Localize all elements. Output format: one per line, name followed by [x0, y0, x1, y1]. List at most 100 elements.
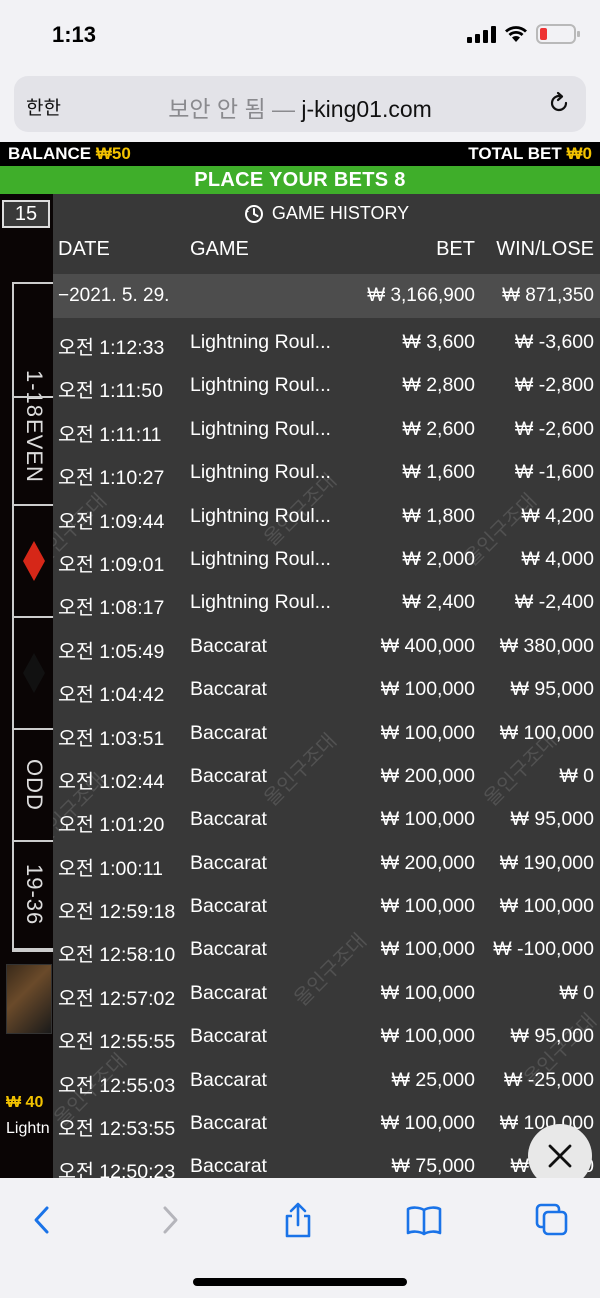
bet-spot-black[interactable]: [14, 618, 54, 730]
row-game: Lightning Roul...: [190, 417, 331, 440]
row-win-lose: ₩ 0: [559, 981, 594, 1004]
row-date: 오전 12:50:23: [58, 1161, 176, 1178]
row-game: Baccarat: [190, 895, 267, 918]
url-text[interactable]: 보안 안 됨 — j-king01.com: [14, 90, 586, 124]
table-row[interactable]: 오전 12:50:23Baccarat₩ 75,000₩ 71,250: [53, 1146, 600, 1178]
bottom-amount: ₩ 40: [6, 1094, 44, 1111]
forward-button[interactable]: [150, 1200, 190, 1240]
row-date: 오전 12:55:55: [58, 1031, 176, 1054]
table-row[interactable]: 오전 1:04:42 Baccarat ₩ 100,000 ₩ 95,000: [53, 669, 600, 712]
bet-spot-high[interactable]: 19-36: [14, 842, 54, 950]
table-row[interactable]: 오전 1:11:50 Lightning Roul... ₩ 2,800 ₩ -2,8…: [53, 365, 600, 408]
row-game: Baccarat: [190, 1155, 267, 1178]
row-date: 오전 1:12:33: [58, 337, 165, 359]
game-area: BALANCE ₩50 TOTAL BET ₩0 PLACE YOUR BETS…: [0, 142, 600, 1178]
col-date: DATE: [58, 238, 110, 260]
table-row[interactable]: 오전 12:55:55 Baccarat ₩ 100,000 ₩ 95,000: [53, 1016, 600, 1059]
row-date: 오전 12:57:02: [58, 987, 176, 1010]
bet-spot-label: 19-36: [22, 864, 47, 926]
history-rows: 오전 1:12:33 Lightning Roul... ₩ 3,600 ₩ -3,6…: [53, 322, 600, 1178]
summary-bet: ₩ 3,166,900: [367, 285, 475, 306]
table-row[interactable]: 오전 1:10:27 Lightning Roul... ₩ 1,600 ₩ -1,6…: [53, 452, 600, 495]
wifi-icon: [505, 26, 527, 42]
col-bet: BET: [436, 238, 475, 260]
black-diamond-icon: [23, 653, 45, 693]
row-bet: ₩ 100,000: [380, 938, 475, 961]
bet-spot-odd[interactable]: ODD: [14, 730, 54, 842]
table-row[interactable]: 오전 1:09:44 Lightning Roul... ₩ 1,800 ₩ 4,20…: [53, 496, 600, 539]
row-game: Lightning Roul...: [190, 504, 331, 527]
forward-icon: [163, 1206, 178, 1234]
balance-label: BALANCE: [8, 144, 92, 163]
total-bet-label: TOTAL BET: [468, 144, 562, 163]
address-bar[interactable]: 한한 보안 안 됨 — j-king01.com: [14, 76, 586, 132]
table-row[interactable]: 오전 12:59:18 Baccarat ₩ 100,000 ₩ 100,000: [53, 886, 600, 929]
row-bet: ₩ 2,400: [402, 591, 475, 614]
row-win-lose: ₩ -100,000: [493, 938, 594, 961]
row-game: Baccarat: [190, 1068, 267, 1091]
row-game: Baccarat: [190, 851, 267, 874]
share-button[interactable]: [278, 1200, 318, 1240]
row-bet: ₩ 100,000: [380, 981, 475, 1004]
table-row[interactable]: 오전 1:02:44 Baccarat ₩ 200,000 ₩ 0: [53, 756, 600, 799]
total-bet: TOTAL BET ₩0: [468, 144, 592, 164]
table-row[interactable]: 오전 1:03:51 Baccarat ₩ 100,000 ₩ 100,000: [53, 713, 600, 756]
table-row[interactable]: 오전 1:11:11 Lightning Roul... ₩ 2,600 ₩ -2,6…: [53, 409, 600, 452]
signal-icon: [467, 25, 496, 43]
share-icon: [285, 1202, 311, 1238]
row-bet: ₩ 100,000: [380, 721, 475, 744]
bet-spots-column: 1-18 EVEN ODD 19-36: [12, 282, 54, 952]
table-row[interactable]: 오전 1:12:33 Lightning Roul... ₩ 3,600 ₩ -3,6…: [53, 322, 600, 365]
row-date: 오전 1:04:42: [58, 684, 165, 707]
back-icon: [34, 1206, 49, 1234]
bookmarks-icon: [406, 1206, 442, 1236]
row-date: 오전 1:02:44: [58, 770, 165, 793]
row-bet: ₩ 3,600: [402, 331, 475, 353]
status-icons: [467, 24, 580, 44]
red-diamond-icon: [23, 541, 45, 581]
reload-icon[interactable]: [546, 90, 572, 116]
row-bet: ₩ 100,000: [380, 1025, 475, 1048]
row-date: 오전 1:09:01: [58, 553, 165, 576]
row-date: 오전 1:08:17: [58, 597, 165, 620]
status-bar: 1:13: [0, 0, 600, 72]
row-date: 오전 1:09:44: [58, 510, 165, 533]
row-date: 오전 12:53:55: [58, 1118, 176, 1141]
history-date-summary[interactable]: −2021. 5. 29. ₩ 3,166,900 ₩ 871,350: [53, 274, 600, 318]
row-bet: ₩ 2,800: [402, 374, 475, 397]
history-column-headers: DATE GAME BET WIN/LOSE: [53, 238, 600, 268]
row-date: 오전 12:58:10: [58, 944, 176, 967]
bottom-game-label: Lightn: [6, 1120, 50, 1137]
game-history-panel: GAME HISTORY DATE GAME BET WIN/LOSE −202…: [53, 194, 600, 1178]
row-date: 오전 1:03:51: [58, 727, 165, 750]
summary-date: −2021. 5. 29.: [58, 285, 170, 306]
tabs-button[interactable]: [532, 1200, 572, 1240]
battery-icon: [536, 24, 580, 44]
table-row[interactable]: 오전 12:53:55 Baccarat ₩ 100,000 ₩ 100,000: [53, 1103, 600, 1146]
back-button[interactable]: [22, 1200, 62, 1240]
row-game: Lightning Roul...: [190, 374, 331, 397]
bet-spot-even[interactable]: EVEN: [14, 396, 54, 506]
row-date: 오전 1:01:20: [58, 814, 165, 837]
row-bet: ₩ 1,600: [402, 461, 475, 484]
table-row[interactable]: 오전 1:01:20 Baccarat ₩ 100,000 ₩ 95,000: [53, 799, 600, 842]
row-win-lose: ₩ -25,000: [504, 1068, 594, 1091]
table-row[interactable]: 오전 1:09:01 Lightning Roul... ₩ 2,000 ₩ 4,00…: [53, 539, 600, 582]
history-title: GAME HISTORY: [271, 203, 410, 223]
row-game: Baccarat: [190, 1112, 267, 1135]
game-thumbnail[interactable]: [6, 964, 52, 1034]
table-row[interactable]: 오전 1:05:49 Baccarat ₩ 400,000 ₩ 380,000: [53, 626, 600, 669]
table-row[interactable]: 오전 12:55:03 Baccarat ₩ 25,000 ₩ -25,000: [53, 1060, 600, 1103]
table-row[interactable]: 오전 1:08:17 Lightning Roul... ₩ 2,400 ₩ -2,4…: [53, 582, 600, 625]
table-row[interactable]: 오전 12:58:10 Baccarat ₩ 100,000 ₩ -100,000: [53, 929, 600, 972]
row-win-lose: ₩ 190,000: [499, 851, 594, 874]
row-bet: ₩ 75,000: [391, 1155, 475, 1178]
row-win-lose: ₩ 100,000: [499, 895, 594, 918]
table-row[interactable]: 오전 12:57:02 Baccarat ₩ 100,000 ₩ 0: [53, 973, 600, 1016]
summary-win: ₩ 871,350: [502, 285, 594, 306]
balance-bar: BALANCE ₩50 TOTAL BET ₩0: [0, 142, 600, 166]
row-date: 오전 1:11:50: [58, 380, 163, 403]
bookmarks-button[interactable]: [404, 1200, 444, 1240]
table-row[interactable]: 오전 1:00:11 Baccarat ₩ 200,000 ₩ 190,000: [53, 843, 600, 886]
bet-spot-red[interactable]: [14, 506, 54, 618]
